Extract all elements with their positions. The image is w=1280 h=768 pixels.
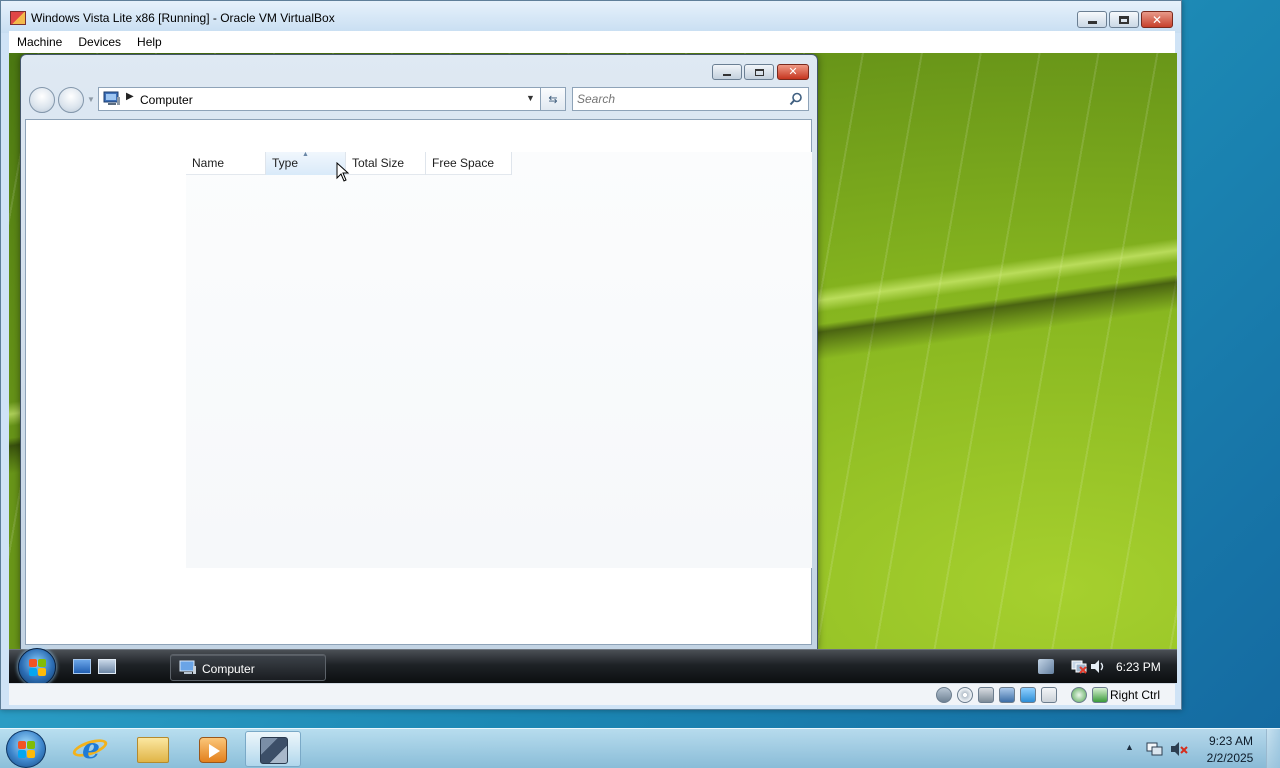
host-start-button[interactable] xyxy=(6,730,46,768)
maximize-icon xyxy=(754,68,764,76)
virtualbox-window: Windows Vista Lite x86 [Running] - Oracl… xyxy=(0,0,1182,710)
chevron-down-icon[interactable]: ▼ xyxy=(526,93,535,103)
close-icon: ✕ xyxy=(788,65,798,78)
menu-bar: Machine Devices Help xyxy=(9,31,1175,53)
column-header-total-size[interactable]: Total Size xyxy=(346,152,426,175)
minimize-icon xyxy=(723,74,731,76)
host-clock-date[interactable]: 2/2/2025 xyxy=(1205,751,1255,765)
recent-pages-arrow-icon[interactable]: ▼ xyxy=(87,95,95,104)
refresh-icon: ⇆ xyxy=(548,93,558,106)
forward-button[interactable] xyxy=(58,87,84,113)
folder-icon xyxy=(137,737,169,763)
virtualbox-status-bar: Right Ctrl xyxy=(9,683,1175,705)
cpu-indicator-icon[interactable] xyxy=(1071,687,1087,703)
volume-icon[interactable] xyxy=(1089,659,1105,674)
taskbar-pin-virtualbox[interactable] xyxy=(245,731,301,767)
network-icon[interactable] xyxy=(999,687,1015,703)
file-list[interactable]: Name ▲ Type Total Size Free Space xyxy=(186,151,812,568)
guest-taskbar: Computer 6:23 PM xyxy=(9,648,1177,683)
explorer-maximize-button[interactable] xyxy=(744,64,774,80)
shared-folders-icon[interactable] xyxy=(1020,687,1036,703)
maximize-button[interactable] xyxy=(1109,11,1139,28)
hard-disk-icon[interactable] xyxy=(936,687,952,703)
network-disconnected-icon[interactable] xyxy=(1071,659,1087,674)
guest-clock[interactable]: 6:23 PM xyxy=(1116,660,1161,674)
menu-help[interactable]: Help xyxy=(137,35,162,49)
volume-muted-icon[interactable] xyxy=(1170,741,1188,757)
mouse-cursor-icon xyxy=(336,162,350,182)
explorer-close-button[interactable]: ✕ xyxy=(777,64,809,80)
explorer-content-pane[interactable]: Name ▲ Type Total Size Free Space xyxy=(25,119,812,645)
window-title: Windows Vista Lite x86 [Running] - Oracl… xyxy=(31,11,335,25)
address-bar[interactable]: ▶ Computer ▼ xyxy=(98,87,541,111)
usb-icon[interactable] xyxy=(978,687,994,703)
maximize-icon xyxy=(1119,15,1129,24)
host-clock-time[interactable]: 9:23 AM xyxy=(1207,734,1255,748)
virtualbox-app-icon[interactable] xyxy=(10,11,26,25)
taskbar-pin-media-player[interactable] xyxy=(184,731,240,767)
taskbar-pin-windows-explorer[interactable] xyxy=(124,731,180,767)
virtualbox-titlebar[interactable]: Windows Vista Lite x86 [Running] - Oracl… xyxy=(1,1,1181,33)
explorer-window: ✕ ▼ ▶ Computer ▼ ⇆ Search Name ▲ Type To… xyxy=(20,54,818,650)
search-box[interactable] xyxy=(572,87,809,111)
vm-display[interactable]: ✕ ▼ ▶ Computer ▼ ⇆ Search Name ▲ Type To… xyxy=(9,53,1177,683)
windows-logo-icon xyxy=(18,741,36,759)
computer-icon xyxy=(103,91,120,105)
search-icon[interactable] xyxy=(789,92,803,106)
back-button[interactable] xyxy=(29,87,55,113)
breadcrumb[interactable]: Computer xyxy=(140,93,193,107)
menu-machine[interactable]: Machine xyxy=(17,35,62,49)
network-icon[interactable] xyxy=(1146,741,1164,757)
column-header-type-label: Type xyxy=(272,156,299,170)
minimize-button[interactable] xyxy=(1077,11,1107,28)
tray-app-icon[interactable] xyxy=(1038,659,1054,674)
windows-logo-icon xyxy=(29,659,47,677)
column-header-name[interactable]: Name xyxy=(186,152,266,175)
show-desktop-button[interactable] xyxy=(1266,729,1280,768)
search-input[interactable] xyxy=(573,88,783,110)
internet-explorer-icon: e xyxy=(82,732,100,765)
show-hidden-icons-icon[interactable]: ▲ xyxy=(1125,742,1134,752)
column-header-type[interactable]: ▲ Type xyxy=(266,151,346,175)
taskbar-button-computer[interactable]: Computer xyxy=(170,654,326,681)
taskbar-button-label: Computer xyxy=(202,662,255,676)
media-player-icon xyxy=(199,737,227,763)
sort-ascending-icon: ▲ xyxy=(302,151,309,158)
play-icon xyxy=(209,744,220,758)
mouse-integration-icon[interactable] xyxy=(1092,687,1108,703)
explorer-minimize-button[interactable] xyxy=(712,64,742,80)
video-capture-icon[interactable] xyxy=(1041,687,1057,703)
show-desktop-icon[interactable] xyxy=(73,659,91,674)
close-icon: ✕ xyxy=(1151,12,1163,27)
computer-icon xyxy=(179,660,196,674)
optical-drive-icon[interactable] xyxy=(957,687,973,703)
taskbar-pin-internet-explorer[interactable]: e xyxy=(62,731,118,767)
switch-windows-icon[interactable] xyxy=(98,659,116,674)
host-key-label[interactable]: Right Ctrl xyxy=(1110,688,1160,702)
minimize-icon xyxy=(1087,21,1097,24)
breadcrumb-arrow-icon[interactable]: ▶ xyxy=(126,91,134,102)
refresh-button[interactable]: ⇆ xyxy=(541,87,566,111)
menu-devices[interactable]: Devices xyxy=(78,35,121,49)
close-button[interactable]: ✕ xyxy=(1141,11,1173,28)
guest-start-button[interactable] xyxy=(18,648,56,683)
column-header-free-space[interactable]: Free Space xyxy=(426,152,512,175)
virtualbox-icon xyxy=(260,737,288,764)
host-taskbar: e ▲ 9:23 AM 2/2/2025 xyxy=(0,728,1280,768)
